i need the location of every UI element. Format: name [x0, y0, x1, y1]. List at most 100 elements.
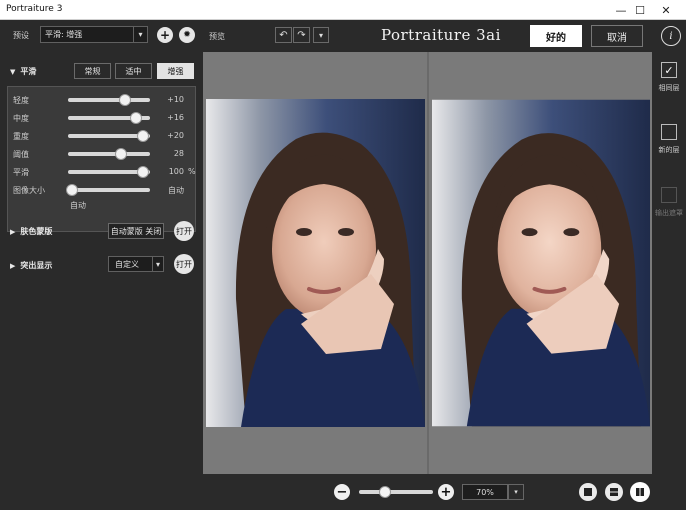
slider-label: 图像大小: [13, 186, 45, 195]
skin-mask-toggle[interactable]: 打开: [174, 221, 194, 241]
slider-track[interactable]: [66, 184, 150, 196]
same-layer-label: 相同层: [658, 84, 680, 92]
skin-mask-section-header[interactable]: ▶ 肤色蒙版: [10, 226, 52, 237]
window-title: Portraiture 3: [6, 4, 63, 14]
zoom-out-button[interactable]: −: [334, 484, 350, 500]
preset-label: 预设: [13, 31, 29, 40]
portrait-retouched: [432, 99, 650, 427]
split-divider[interactable]: [427, 52, 429, 474]
info-button[interactable]: i: [661, 26, 681, 46]
smoothing-section-header[interactable]: ▼ 平滑: [10, 66, 36, 77]
zoom-level-field[interactable]: 70%: [462, 484, 508, 500]
maximize-icon[interactable]: ☐: [630, 2, 650, 18]
image-size-sub-label: 自动: [70, 201, 86, 210]
slider-thumb[interactable]: [66, 184, 79, 196]
gear-icon: ✹: [183, 30, 191, 40]
skin-mask-title: 肤色蒙版: [20, 227, 53, 236]
triangle-down-icon: ▼: [10, 67, 16, 76]
output-mask-label: 输出遮罩: [655, 209, 683, 217]
settings-button[interactable]: ✹: [179, 27, 195, 43]
slider-track[interactable]: [68, 130, 150, 142]
plus-icon: +: [440, 484, 452, 500]
plus-icon: +: [159, 28, 171, 42]
zoom-slider[interactable]: [359, 486, 433, 498]
slider-row-image-size: 图像大小 自动: [8, 183, 197, 197]
triangle-right-icon: ▶: [10, 227, 16, 236]
zoom-in-button[interactable]: +: [438, 484, 454, 500]
ok-button[interactable]: 好的: [530, 25, 582, 47]
chevron-down-icon: ▾: [133, 27, 147, 42]
chevron-down-icon: ▾: [318, 30, 323, 40]
slider-row-threshold: 阈值 28: [8, 147, 197, 161]
same-layer-checkbox[interactable]: ✓: [661, 62, 677, 78]
history-dropdown-button[interactable]: ▾: [313, 27, 329, 43]
slider-thumb[interactable]: [119, 94, 132, 106]
checkmark-icon: ✓: [664, 63, 674, 77]
preview-label: 预览: [209, 32, 225, 41]
split-vertical-icon: [636, 488, 644, 496]
single-view-icon: [584, 488, 592, 496]
settings-panel: 预设 平滑: 增强 ▾ + ✹ ▼ 平滑 常规 适中 增强 轻度 +10 中度 …: [0, 20, 203, 510]
slider-label: 平滑: [13, 168, 29, 177]
enhance-title: 突出显示: [20, 261, 53, 270]
slider-row-medium: 中度 +16: [8, 111, 197, 125]
zoom-dropdown[interactable]: ▾: [508, 484, 524, 500]
slider-thumb[interactable]: [115, 148, 128, 160]
close-icon[interactable]: ✕: [656, 2, 676, 18]
slider-value: +16: [167, 113, 184, 122]
undo-button[interactable]: ↶: [275, 27, 292, 43]
enhance-toggle[interactable]: 打开: [174, 254, 194, 274]
slider-thumb[interactable]: [130, 112, 143, 124]
slider-value: +20: [167, 131, 184, 140]
preset-select[interactable]: 平滑: 增强 ▾: [40, 26, 148, 43]
single-view-button[interactable]: [579, 483, 597, 501]
slider-row-fine: 轻度 +10: [8, 93, 197, 107]
slider-value: 28: [173, 149, 184, 158]
slider-track[interactable]: [68, 112, 150, 124]
slider-track[interactable]: [68, 166, 150, 178]
triangle-right-icon: ▶: [10, 261, 16, 270]
slider-unit: %: [188, 167, 196, 176]
mode-moderate-button[interactable]: 适中: [115, 63, 152, 79]
slider-row-large: 重度 +20: [8, 129, 197, 143]
enhance-section-header[interactable]: ▶ 突出显示: [10, 260, 52, 271]
zoom-toolbar: − + 70% ▾: [203, 474, 652, 510]
slider-thumb[interactable]: [137, 130, 150, 142]
split-horizontal-icon: [610, 488, 618, 496]
zoom-slider-thumb[interactable]: [378, 486, 391, 498]
slider-label: 重度: [13, 132, 29, 141]
minus-icon: −: [336, 484, 348, 500]
preview-area[interactable]: [203, 52, 652, 474]
top-toolbar: 预览 ↶ ↷ ▾ Portraiture 3ai 好的 取消 i: [203, 20, 686, 52]
output-options-bar: ✓ 相同层 新的层 输出遮罩: [652, 52, 686, 510]
chevron-down-icon: ▾: [152, 257, 163, 271]
mode-normal-button[interactable]: 常规: [74, 63, 111, 79]
enhance-select[interactable]: 自定义 ▾: [108, 256, 164, 272]
mode-strong-button[interactable]: 增强: [157, 63, 194, 79]
smoothing-title: 平滑: [20, 67, 37, 76]
preview-after-image[interactable]: [432, 99, 650, 427]
enhance-select-value: 自定义: [115, 260, 139, 269]
slider-track[interactable]: [68, 94, 150, 106]
minimize-icon[interactable]: —: [611, 2, 631, 18]
slider-value: 自动: [168, 186, 184, 195]
undo-icon: ↶: [279, 29, 288, 41]
new-layer-checkbox[interactable]: [661, 124, 677, 140]
preset-select-value: 平滑: 增强: [45, 30, 83, 39]
preview-before-image[interactable]: [206, 99, 425, 427]
split-horizontal-button[interactable]: [605, 483, 623, 501]
cancel-button[interactable]: 取消: [591, 25, 643, 47]
auto-mask-button[interactable]: 自动蒙版 关闭: [108, 223, 164, 239]
window-titlebar: Portraiture 3 — ☐ ✕: [0, 0, 686, 20]
output-mask-checkbox[interactable]: [661, 187, 677, 203]
new-layer-label: 新的层: [658, 146, 680, 154]
slider-thumb[interactable]: [137, 166, 150, 178]
portrait-original: [206, 99, 425, 427]
slider-track[interactable]: [68, 148, 150, 160]
chevron-down-icon: ▾: [514, 488, 518, 496]
smoothing-sliders: 轻度 +10 中度 +16 重度 +20 阈值 28 平滑 100 % 图像大小: [7, 86, 196, 232]
split-vertical-button[interactable]: [631, 483, 649, 501]
redo-button[interactable]: ↷: [293, 27, 310, 43]
add-preset-button[interactable]: +: [157, 27, 173, 43]
slider-label: 阈值: [13, 150, 29, 159]
